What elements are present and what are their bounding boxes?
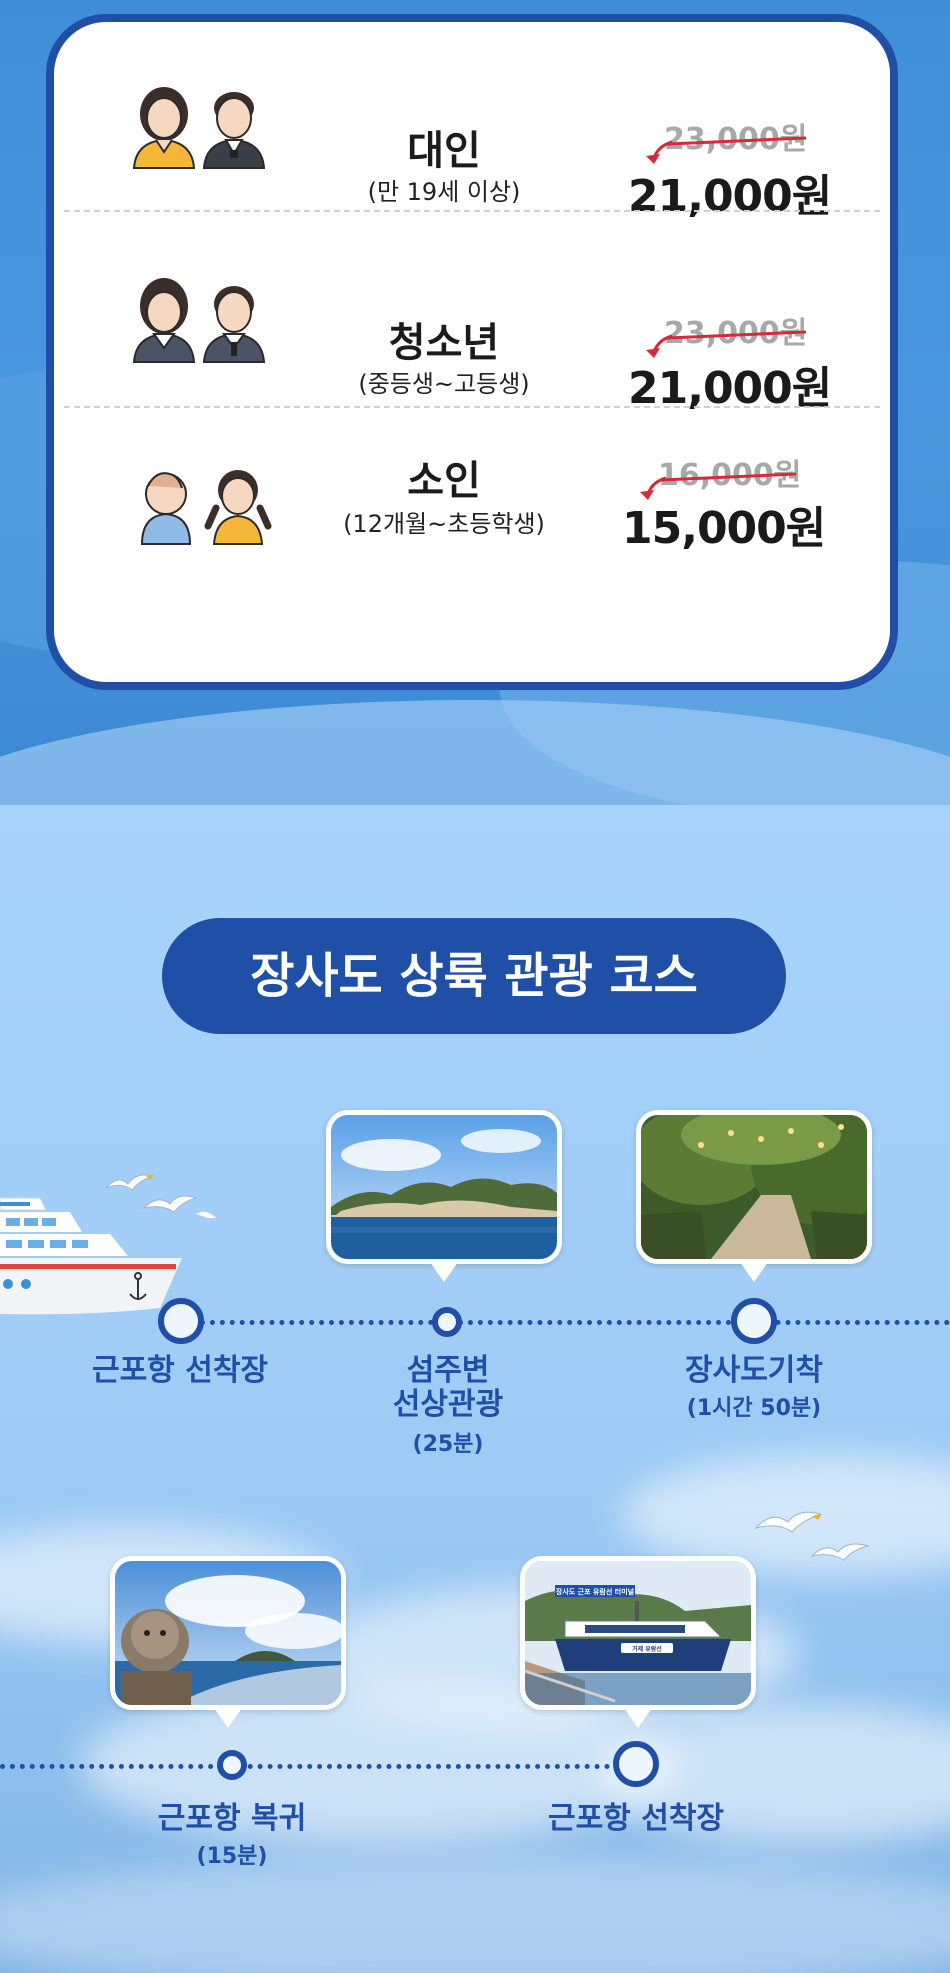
category-name: 청소년 (388, 320, 500, 366)
island-coast-photo (326, 1110, 562, 1264)
route-node-end (613, 1741, 659, 1787)
stop-label: 섬주변 선상관광 (392, 1353, 504, 1422)
price-table-card: 대인 (만 19세 이상) 23,000원 21,000원 청소년 (중등생~고… (46, 14, 898, 690)
garden-path-photo (636, 1110, 872, 1264)
price-row-teen: 청소년 (중등생~고등생) 23,000원 21,000원 (54, 212, 890, 414)
route-node (217, 1750, 247, 1780)
children-icon (140, 470, 272, 545)
teen-couple-icon (132, 278, 266, 363)
ferry-name: 거제 유람선 (632, 1645, 662, 1653)
route-line-upper (200, 1320, 950, 1325)
category-condition: (12개월~초등학생) (343, 510, 545, 538)
category-name: 대인 (407, 128, 481, 174)
photo-pointer (214, 1708, 242, 1728)
course-title: 장사도 상륙 관광 코스 (162, 918, 786, 1034)
category-name: 소인 (407, 458, 481, 504)
stop-duration: (25분) (412, 1432, 484, 1457)
photo-pointer (430, 1262, 458, 1282)
route-node-start (158, 1298, 204, 1344)
stop-label: 근포항 선착장 (91, 1353, 269, 1388)
stop-label: 근포항 복귀 (157, 1801, 307, 1836)
ferry-wake-photo (110, 1556, 346, 1710)
price-row-child: 소인 (12개월~초등학생) 16,000원 15,000원 (54, 408, 890, 678)
stop-duration: (15분) (196, 1844, 268, 1869)
stop-duration: (1시간 50분) (686, 1396, 822, 1421)
stop-label: 장사도기착 (685, 1353, 823, 1388)
docked-ferry-photo: 장사도 근포 유람선 터미널 거제 유람선 (520, 1556, 756, 1710)
route-line-lower (0, 1764, 620, 1769)
photo-pointer (624, 1708, 652, 1728)
price-row-adult: 대인 (만 19세 이상) 23,000원 21,000원 (54, 22, 890, 222)
photo-pointer (740, 1262, 768, 1282)
category-condition: (만 19세 이상) (367, 178, 521, 206)
route-node (731, 1298, 777, 1344)
adult-couple-icon (132, 87, 266, 169)
discount-price: 15,000원 (622, 503, 826, 554)
seagulls-icon (105, 1174, 216, 1218)
stop-label: 근포항 선착장 (547, 1801, 725, 1836)
cloud (0, 1855, 950, 1973)
seagulls-icon (754, 1511, 870, 1561)
category-condition: (중등생~고등생) (358, 370, 530, 398)
route-node (432, 1307, 462, 1337)
ferry-terminal-sign: 장사도 근포 유람선 터미널 (556, 1587, 634, 1596)
